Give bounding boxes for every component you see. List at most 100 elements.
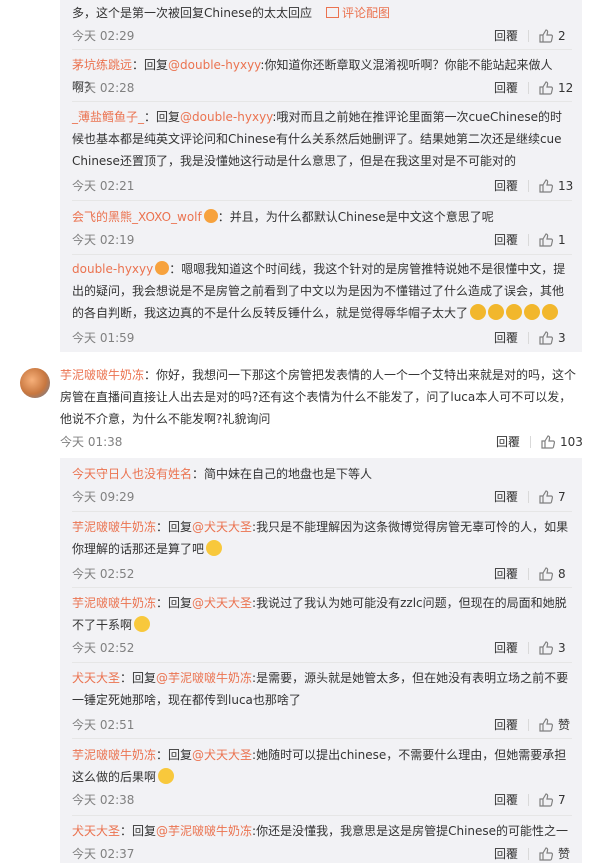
timestamp: 今天 02:37	[72, 847, 135, 861]
username-link[interactable]: 会飞的黑熊_XOXO_wolf	[72, 210, 202, 224]
mention-link[interactable]: @芋泥啵啵牛奶冻	[156, 671, 252, 685]
avatar[interactable]	[20, 368, 50, 398]
like-count: 103	[560, 435, 583, 449]
divider	[72, 815, 572, 816]
crying-emoji-icon	[542, 304, 559, 320]
thumbs-up-icon[interactable]	[538, 717, 554, 733]
timestamp: 今天 01:59	[72, 331, 135, 345]
mention-link[interactable]: @double-hyxyy	[168, 58, 260, 72]
thumbs-up-icon[interactable]	[538, 330, 554, 346]
list-item: 芋泥啵啵牛奶冻：回复@犬天大圣:我只是不能理解因为这条微博觉得房管无辜可怜的人，…	[72, 516, 572, 581]
list-item: 会飞的黑熊_XOXO_wolf ：并且，为什么都默认Chinese是中文这个意思了…	[72, 206, 572, 247]
comment-image-link[interactable]: 评论配图	[342, 6, 390, 20]
divider	[72, 587, 572, 588]
comment-text: 多，这个是第一次被回复Chinese的太太回应	[72, 6, 312, 20]
reply-button[interactable]: 回覆	[494, 78, 518, 98]
thumbs-up-icon[interactable]	[538, 178, 554, 194]
reply-button[interactable]: 回覆	[494, 638, 518, 658]
divider	[528, 642, 529, 654]
reply-prefix: ：回复	[120, 824, 157, 838]
thumbs-up-icon[interactable]	[538, 489, 554, 505]
like-count: 12	[558, 81, 574, 95]
thumbs-up-icon[interactable]	[538, 640, 554, 656]
thumbs-up-icon[interactable]	[538, 566, 554, 582]
crying-emoji-icon	[524, 304, 541, 320]
username-link[interactable]: 芋泥啵啵牛奶冻	[72, 596, 156, 610]
username-link[interactable]: double-hyxyy	[72, 262, 153, 276]
like-count: 8	[558, 567, 566, 581]
reply-prefix: ：回复	[156, 596, 193, 610]
divider	[72, 738, 572, 739]
username-link[interactable]: 芋泥啵啵牛奶冻	[60, 368, 144, 382]
divider	[528, 332, 529, 344]
list-item: _薄盐鳕鱼子_：回复@double-hyxyy:哦对而且之前她在推评论里面第一次…	[72, 106, 573, 193]
reply-button[interactable]: 回覆	[494, 564, 518, 584]
username-link[interactable]: 犬天大圣	[72, 671, 120, 685]
reply-button[interactable]: 回覆	[496, 432, 520, 452]
timestamp: 今天 02:28	[72, 81, 135, 95]
comment-text: :你还是没懂我，我意思是这是房管提Chinese的可能性之一	[252, 824, 569, 838]
comment: 芋泥啵啵牛奶冻：你好，我想问一下那这个房管把发表情的人一个一个艾特出来就是对的吗…	[60, 364, 583, 449]
emoji-icon	[134, 616, 151, 632]
timestamp: 今天 02:38	[72, 793, 135, 807]
thumbs-up-icon[interactable]	[538, 80, 554, 96]
divider	[528, 82, 529, 94]
comment-meta: 今天 02:52 回覆 3	[72, 638, 572, 658]
crying-emoji-icon	[470, 304, 487, 320]
divider	[528, 491, 529, 503]
like-count: 赞	[558, 718, 571, 732]
mention-link[interactable]: @犬天大圣	[192, 520, 252, 534]
comment-meta: 今天 01:38 回覆 103	[60, 432, 583, 452]
reply-button[interactable]: 回覆	[494, 26, 518, 46]
mention-link[interactable]: @犬天大圣	[192, 596, 252, 610]
comment-meta: 今天 09:29 回覆 7	[72, 487, 572, 507]
reply-prefix: ：回复	[144, 110, 181, 124]
list-item: 犬天大圣：回复@芋泥啵啵牛奶冻:是需要，源头就是她管太多，但在她没有表明立场之前…	[72, 667, 572, 732]
username-link[interactable]: 芋泥啵啵牛奶冻	[72, 748, 156, 762]
like-count: 3	[558, 641, 566, 655]
like-count: 7	[558, 490, 566, 504]
vip-badge-icon	[203, 209, 218, 223]
reply-button[interactable]: 回覆	[494, 844, 518, 864]
list-item: 多，这个是第一次被回复Chinese的太太回应 评论配图 今天 02:29 回覆 …	[72, 2, 572, 43]
mention-link[interactable]: @芋泥啵啵牛奶冻	[156, 824, 252, 838]
username-link[interactable]: 茅坑练跳远	[72, 58, 132, 72]
like-count: 13	[558, 179, 574, 193]
crying-emoji-icon	[506, 304, 523, 320]
divider	[72, 101, 572, 102]
reply-button[interactable]: 回覆	[494, 715, 518, 735]
divider	[528, 719, 529, 731]
list-item: 芋泥啵啵牛奶冻：回复@犬天大圣:我说过了我认为她可能没有zzlc问题，但现在的局…	[72, 592, 572, 655]
reply-prefix: ：回复	[132, 58, 169, 72]
thumbs-up-icon[interactable]	[538, 232, 554, 248]
thumbs-up-icon[interactable]	[538, 846, 554, 862]
mention-link[interactable]: @犬天大圣	[192, 748, 252, 762]
image-icon	[325, 7, 339, 18]
divider	[528, 568, 529, 580]
list-item: 犬天大圣：回复@芋泥啵啵牛奶冻:你还是没懂我，我意思是这是房管提Chinese的…	[72, 820, 572, 861]
comment-meta: 今天 01:59 回覆 3	[72, 328, 572, 348]
reply-button[interactable]: 回覆	[494, 230, 518, 250]
divider	[72, 511, 572, 512]
reply-button[interactable]: 回覆	[494, 328, 518, 348]
timestamp: 今天 02:51	[72, 718, 135, 732]
reply-button[interactable]: 回覆	[494, 176, 518, 196]
username-link[interactable]: 犬天大圣	[72, 824, 120, 838]
comment-meta: 今天 02:52 回覆 8	[72, 564, 572, 584]
list-item: 今天守日人也没有姓名：简中妹在自己的地盘也是下等人 今天 09:29 回覆 7	[72, 463, 572, 504]
divider	[528, 30, 529, 42]
divider	[528, 234, 529, 246]
timestamp: 今天 02:29	[72, 29, 135, 43]
username-link[interactable]: 今天守日人也没有姓名	[72, 467, 192, 481]
thumbs-up-icon[interactable]	[538, 28, 554, 44]
username-link[interactable]: 芋泥啵啵牛奶冻	[72, 520, 156, 534]
mention-link[interactable]: @double-hyxyy	[180, 110, 272, 124]
reply-button[interactable]: 回覆	[494, 790, 518, 810]
timestamp: 今天 02:52	[72, 567, 135, 581]
reply-button[interactable]: 回覆	[494, 487, 518, 507]
thumbs-up-icon[interactable]	[538, 792, 554, 808]
username-link[interactable]: _薄盐鳕鱼子_	[72, 110, 144, 124]
comment-meta: 今天 02:37 回覆 赞	[72, 844, 572, 864]
thumbs-up-icon[interactable]	[540, 434, 556, 450]
list-item: double-hyxyy ：嗯嗯我知道这个时间线，我这个针对的是房管推特说她不是很…	[72, 258, 572, 345]
